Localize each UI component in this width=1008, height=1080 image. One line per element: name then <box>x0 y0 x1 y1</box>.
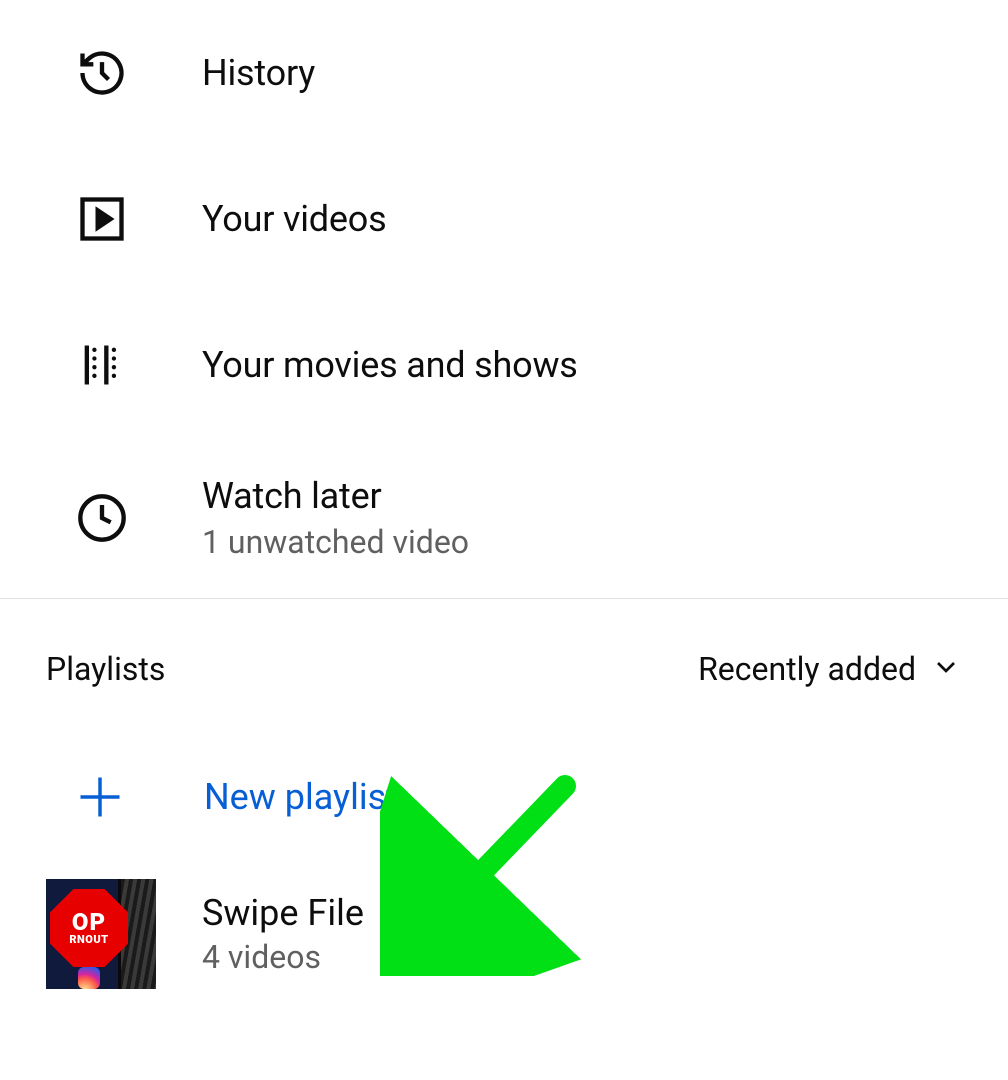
menu-label: Your videos <box>202 198 386 240</box>
playlists-title: Playlists <box>46 650 165 688</box>
menu-item-your-videos[interactable]: Your videos <box>0 146 1008 292</box>
menu-label: History <box>202 52 315 94</box>
playlist-thumbnail: OP RNOUT <box>46 879 156 989</box>
history-icon <box>74 45 130 101</box>
sort-dropdown[interactable]: Recently added <box>698 650 962 688</box>
menu-item-movies-shows[interactable]: Your movies and shows <box>0 292 1008 438</box>
menu-label: Watch later <box>202 475 469 517</box>
playlist-title: Swipe File <box>202 892 364 934</box>
clock-icon <box>74 490 130 546</box>
chevron-down-icon <box>930 651 962 687</box>
menu-item-watch-later[interactable]: Watch later 1 unwatched video <box>0 438 1008 598</box>
playlist-count: 4 videos <box>202 938 364 976</box>
playlist-text-col: Swipe File 4 videos <box>202 892 364 976</box>
plus-icon <box>60 769 140 825</box>
playlist-item-swipe-file[interactable]: OP RNOUT Swipe File 4 videos <box>0 854 1008 1014</box>
menu-sublabel: 1 unwatched video <box>202 523 469 561</box>
new-playlist-button[interactable]: New playlist <box>0 739 1008 854</box>
film-icon <box>74 337 130 393</box>
menu-item-history[interactable]: History <box>0 0 1008 146</box>
menu-label: Your movies and shows <box>202 344 578 386</box>
playlists-header: Playlists Recently added <box>0 599 1008 739</box>
play-square-icon <box>74 191 130 247</box>
menu-text-col: Watch later 1 unwatched video <box>202 475 469 561</box>
sort-label: Recently added <box>698 650 916 688</box>
new-playlist-label: New playlist <box>204 776 398 818</box>
